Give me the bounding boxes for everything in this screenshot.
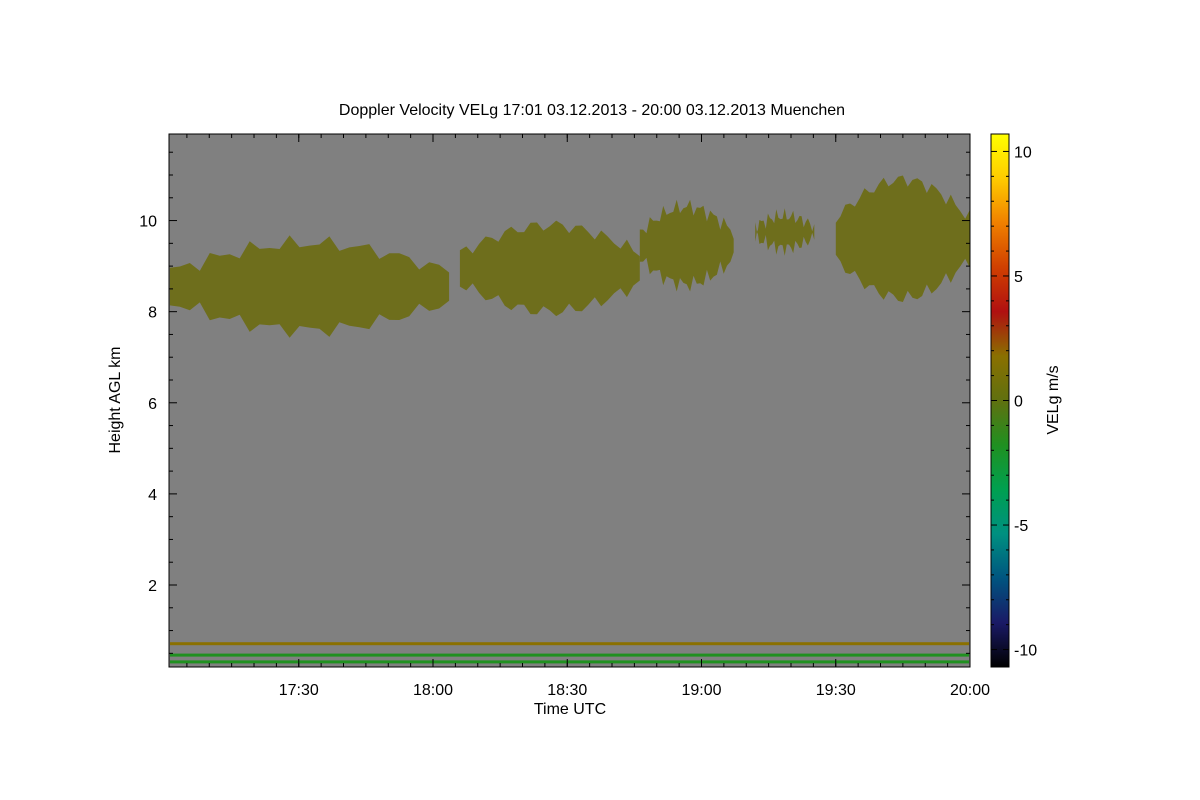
plot-area: 17:30 18:00 18:30 19:00 19:30 20:00 2 4 6 8 10	[139, 133, 990, 699]
doppler-velocity-figure: Doppler Velocity VELg 17:01 03.12.2013 -…	[107, 102, 1062, 718]
x-tick-label-4: 19:30	[816, 682, 856, 699]
colorbar-label: VELg m/s	[1045, 365, 1062, 434]
y-tick-label-2: 6	[148, 396, 157, 413]
y-tick-label-0: 2	[148, 578, 157, 595]
y-axis-label: Height AGL km	[107, 346, 124, 453]
colorbar-tick-label-4: -10	[1014, 643, 1037, 660]
x-tick-label-1: 18:00	[413, 682, 453, 699]
colorbar-tick-label-3: -5	[1014, 518, 1028, 535]
y-tick-label-3: 8	[148, 305, 157, 322]
colorbar-tick-label-2: 0	[1014, 394, 1023, 411]
y-tick-label-1: 4	[148, 487, 157, 504]
chart-title: Doppler Velocity VELg 17:01 03.12.2013 -…	[339, 102, 845, 119]
x-tick-label-3: 19:00	[681, 682, 721, 699]
colorbar-tick-label-0: 10	[1014, 144, 1032, 161]
x-axis-label: Time UTC	[534, 701, 606, 718]
x-tick-label-0: 17:30	[279, 682, 319, 699]
surface-layer-0	[170, 642, 969, 646]
x-tick-label-2: 18:30	[547, 682, 587, 699]
colorbar: 10 5 0 -5 -10 VELg m/s	[990, 133, 1062, 668]
x-tick-label-5: 20:00	[950, 682, 990, 699]
colorbar-tick-label-1: 5	[1014, 269, 1023, 286]
surface-layer-1	[170, 653, 969, 657]
y-tick-label-4: 10	[139, 214, 157, 231]
surface-layer-2	[170, 660, 969, 664]
